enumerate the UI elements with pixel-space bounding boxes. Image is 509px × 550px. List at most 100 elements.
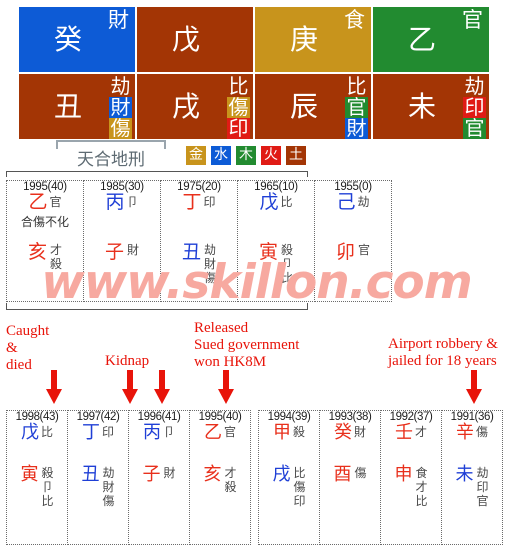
hidden-stems-stack: 比傷印 [293, 466, 305, 508]
branch-character: 子 [104, 241, 124, 263]
branch-character: 寅 [258, 241, 278, 263]
luck-pillar-stem: 己劫 [315, 193, 391, 213]
pillar-branch-cell[interactable]: 辰比官財 [254, 73, 372, 140]
hidden-stem-god: 劫 [102, 466, 115, 480]
hidden-stem-god: 殺 [281, 243, 294, 257]
stem-ten-god: 官 [49, 195, 62, 209]
hidden-stems-stack: 劫財傷 [204, 243, 216, 285]
luck-pillar[interactable]: 1995(40) 乙官合傷不化亥才殺 [6, 180, 84, 302]
hidden-stem-god: 劫 [109, 74, 132, 98]
year-pillar-branch: 未劫印官 [442, 464, 502, 509]
branch-character: 卯 [335, 241, 355, 263]
hidden-stems-stack: 殺卩比 [41, 466, 53, 508]
hidden-stem-god: 財 [109, 95, 132, 119]
hidden-stem-god: 財 [102, 480, 115, 494]
hidden-stems-stack: 財 [163, 466, 175, 480]
stem-character: 戊 [20, 422, 39, 443]
hidden-stems-stack: 劫印官 [463, 76, 486, 139]
stem-ten-god: 官 [462, 8, 483, 32]
hidden-stem-god: 財 [345, 116, 368, 140]
annotation-arrow-icon [46, 370, 62, 404]
stem-character: 癸 [333, 422, 352, 443]
luck-pillar[interactable]: 1955(0) 己劫卯官 [314, 180, 392, 302]
year-pillar[interactable]: 1993(38) 癸財酉傷 [319, 410, 381, 545]
pillar-branch-cell[interactable]: 戌比傷印 [136, 73, 254, 140]
luck-pillar[interactable]: 1965(10) 戊比寅殺卩比 [237, 180, 315, 302]
pillar-branch-cell[interactable]: 丑劫財傷 [18, 73, 136, 140]
annotation-text: Kidnap [105, 353, 150, 369]
stem-ten-god: 食 [344, 8, 365, 32]
luck-pillar-branch: 丑劫財傷 [161, 241, 237, 286]
hidden-stems-stack: 比官財 [345, 76, 368, 139]
branch-character: 丑 [81, 464, 100, 485]
branch-character: 戌 [272, 464, 291, 485]
luck-pillar-stem: 乙官 [7, 193, 83, 213]
hidden-stem-god: 比 [227, 74, 250, 98]
luck-pillar[interactable]: 1975(20) 丁印丑劫財傷 [160, 180, 238, 302]
hidden-stem-god: 印 [476, 480, 489, 494]
stem-character: 丙 [142, 422, 161, 443]
hidden-stem-god: 劫 [463, 74, 486, 98]
legend-item-fire_red[interactable]: 火 [261, 146, 281, 165]
stem-ten-god: 財 [108, 8, 129, 32]
stem-character: 戊 [259, 191, 279, 213]
year-pillar-branch: 申食才比 [381, 466, 441, 509]
stem-character: 乙 [28, 191, 48, 213]
luck-pillars-bottom-connector [6, 303, 308, 310]
year-pillar[interactable]: 1992(37) 壬才申食才比 [380, 410, 442, 545]
pillar-stem-cell[interactable]: 癸財 [18, 6, 136, 73]
legend-item-wood_green[interactable]: 木 [236, 146, 256, 165]
luck-pillar[interactable]: 1985(30) 丙卩子財 [83, 180, 161, 302]
year-pillar-branch: 丑劫財傷 [68, 464, 128, 509]
year-pillar-stem: 乙官 [190, 423, 250, 443]
bazi-chart-root: 癸財戊庚食乙官 丑劫財傷戌比傷印辰比官財未劫印官 天合地刑 金水木火土 1995… [0, 0, 509, 550]
pillar-stem-cell[interactable]: 庚食 [254, 6, 372, 73]
hidden-stem-god: 傷 [354, 466, 367, 480]
legend-item-water_blue[interactable]: 水 [211, 146, 231, 165]
pillar-branch-cell[interactable]: 未劫印官 [372, 73, 490, 140]
luck-pillar-branch: 卯官 [315, 243, 391, 263]
legend-item-earth_brown[interactable]: 土 [286, 146, 306, 165]
legend-item-metal_gold[interactable]: 金 [186, 146, 206, 165]
stem-character: 戊 [171, 22, 200, 56]
annotation-text: Airport robbery & jailed for 18 years [388, 336, 498, 369]
annotation-text: Released Sued government won HK8M [194, 320, 300, 370]
hidden-stem-god: 比 [415, 494, 428, 508]
stem-ten-god: 比 [40, 425, 53, 439]
year-pillar-stem: 丙卩 [129, 423, 189, 443]
four-pillars-table: 癸財 戊 庚食乙官 丑劫財傷戌比傷印辰比官財未劫印官 [18, 6, 491, 140]
relation-label: 天合地刑 [77, 150, 145, 170]
pillar-stem-cell[interactable]: 乙官 [372, 6, 490, 73]
stem-ten-god: 財 [353, 425, 366, 439]
stem-character: 壬 [394, 422, 413, 443]
year-pillar-stem: 癸財 [320, 423, 380, 443]
year-pillar[interactable]: 1991(36) 辛傷未劫印官 [441, 410, 503, 545]
year-pillar[interactable]: 1998(43) 戊比寅殺卩比 [6, 410, 68, 545]
year-pillar[interactable]: 1996(41) 丙卩子財 [128, 410, 190, 545]
hidden-stem-god: 財 [204, 257, 217, 271]
stem-character: 甲 [272, 422, 291, 443]
hidden-stem-god: 官 [358, 243, 371, 257]
hidden-stem-god: 傷 [293, 480, 306, 494]
year-pillar[interactable]: 1997(42) 丁印丑劫財傷 [67, 410, 129, 545]
branch-character: 丑 [181, 241, 201, 263]
year-pillar-stem: 辛傷 [442, 423, 502, 443]
hidden-stem-god: 才 [50, 243, 63, 257]
hidden-stem-god: 傷 [204, 271, 217, 285]
luck-pillar-branch: 寅殺卩比 [238, 241, 314, 286]
year-pillar[interactable]: 1994(39) 甲殺戌比傷印 [258, 410, 320, 545]
stem-ten-god: 卩 [162, 425, 175, 439]
hidden-stem-god: 劫 [476, 466, 489, 480]
hidden-stems-stack: 劫財傷 [102, 466, 114, 508]
luck-pillars-top-connector [6, 171, 308, 177]
annotation-arrow-icon [122, 370, 138, 404]
branch-character: 未 [455, 464, 474, 485]
hidden-stem-god: 比 [281, 271, 294, 285]
stem-character: 丁 [182, 191, 202, 213]
stem-ten-god: 印 [203, 195, 216, 209]
year-pillar[interactable]: 1995(40) 乙官亥才殺 [189, 410, 251, 545]
stem-character: 辛 [455, 422, 474, 443]
earthly-branches-row: 丑劫財傷戌比傷印辰比官財未劫印官 [18, 73, 491, 140]
stem-ten-god: 比 [280, 195, 293, 209]
pillar-stem-cell[interactable]: 戊 [136, 6, 254, 73]
